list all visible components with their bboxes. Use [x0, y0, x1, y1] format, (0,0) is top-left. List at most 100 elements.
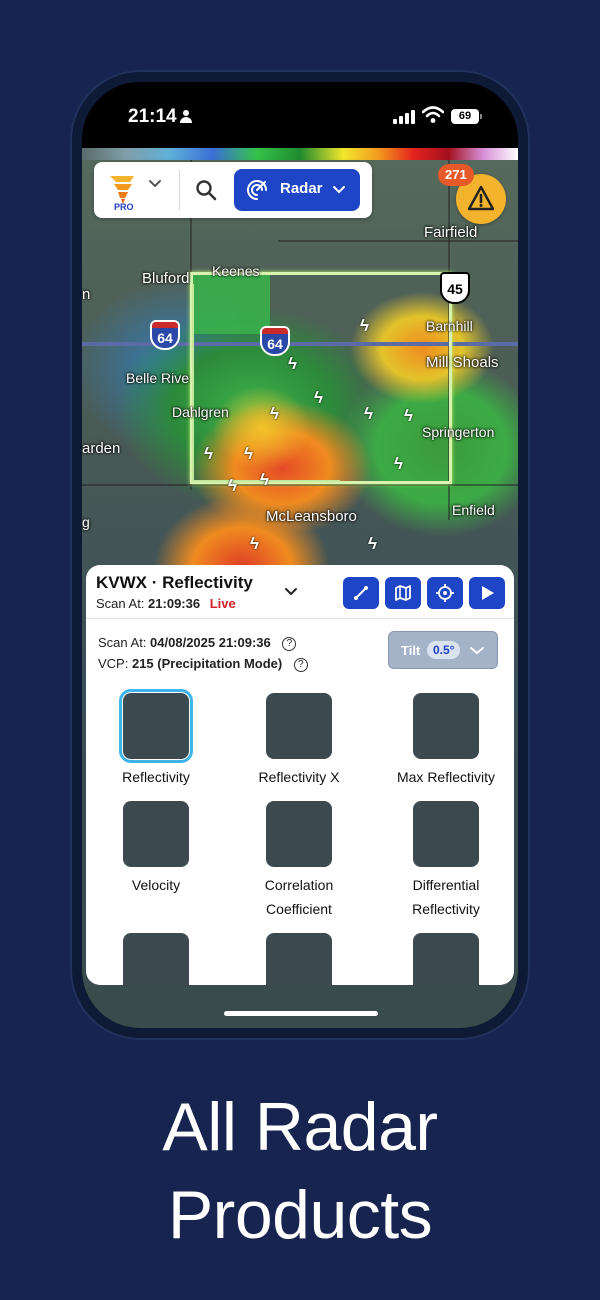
scan-at-value: 04/08/2025 21:09:36: [150, 635, 271, 650]
chevron-down-icon: [470, 647, 484, 655]
max-reflectivity-thumbnail: [413, 693, 479, 759]
radar-products-panel: KVWX · Reflectivity Scan At: 21:09:36 Li…: [86, 565, 514, 985]
lightning-icon: ϟ: [260, 470, 269, 489]
chevron-down-icon: [333, 186, 345, 194]
warning-icon: [467, 185, 495, 211]
radar-site-title[interactable]: KVWX · Reflectivity: [96, 573, 253, 593]
play-animation-button[interactable]: [469, 577, 505, 609]
product-thumbnail: [123, 933, 189, 985]
product-correlation-coefficient[interactable]: Correlation Coefficient: [229, 801, 369, 921]
live-indicator: Live: [209, 596, 236, 611]
town-label: Keenes: [212, 263, 260, 279]
lightning-icon: ϟ: [244, 444, 253, 463]
town-label: g: [82, 514, 90, 530]
product-label: Differential Reflectivity: [412, 877, 480, 917]
lightning-icon: ϟ: [364, 404, 373, 423]
product-tile[interactable]: [229, 933, 369, 985]
status-time: 21:14: [128, 106, 177, 127]
velocity-thumbnail: [123, 801, 189, 867]
lightning-icon: ϟ: [314, 388, 323, 407]
tilt-value: 0.5°: [427, 641, 461, 659]
county-line: [278, 240, 518, 242]
phone-screen: 21:14 69 ϟ ϟ ϟ ϟ ϟ ϟ ϟ ϟ ϟ ϟ ϟ ϟ ϟ Fairf…: [82, 82, 518, 1028]
product-tile[interactable]: [376, 933, 514, 985]
lightning-icon: ϟ: [228, 476, 237, 495]
tilt-label: Tilt: [401, 643, 421, 658]
scan-at-label: Scan At:: [98, 635, 147, 650]
wifi-icon: [422, 106, 444, 123]
storm-warning-polygon-inner: [192, 284, 340, 482]
alert-count-badge: 271: [438, 164, 474, 186]
locate-button[interactable]: [427, 577, 463, 609]
interstate-shield: 64: [150, 320, 180, 350]
lightning-icon: ϟ: [270, 404, 279, 423]
vcp-value: 215 (Precipitation Mode): [131, 656, 283, 671]
headline-line-2: Products: [167, 1177, 433, 1253]
top-toolbar: PRO Radar: [94, 162, 372, 218]
play-icon: [482, 586, 494, 600]
town-label: McLeansboro: [266, 508, 357, 525]
crosshair-icon: [436, 584, 454, 602]
chevron-down-icon[interactable]: [284, 587, 298, 597]
map-layers-button[interactable]: [385, 577, 421, 609]
search-icon[interactable]: [194, 178, 218, 202]
town-label: Barnhill: [426, 318, 473, 334]
lightning-icon: ϟ: [394, 454, 403, 473]
town-label: Fairfield: [424, 224, 478, 241]
reflectivity-color-scale: [82, 148, 518, 160]
radar-button-label: Radar: [280, 180, 323, 197]
interstate-shield: 64: [260, 326, 290, 356]
product-label: Velocity: [131, 877, 181, 893]
product-label: Max Reflectivity: [396, 769, 496, 785]
person-icon: [180, 110, 192, 123]
lightning-icon: ϟ: [404, 406, 413, 425]
radar-icon: [247, 180, 267, 200]
product-differential-reflectivity[interactable]: Differential Reflectivity: [376, 801, 514, 921]
radar-layer-button[interactable]: Radar: [234, 169, 360, 211]
help-icon[interactable]: ?: [282, 636, 297, 651]
correlation-coefficient-thumbnail: [266, 801, 332, 867]
scan-time-line: Scan At: 21:09:36 Live: [96, 596, 236, 611]
lightning-icon: ϟ: [360, 316, 369, 335]
lightning-icon: ϟ: [250, 534, 259, 553]
town-label: Bluford: [142, 270, 190, 287]
county-line: [82, 484, 518, 486]
reflectivity-thumbnail: [119, 689, 193, 763]
town-label: arden: [82, 440, 121, 457]
town-label: Dahlgren: [172, 404, 229, 420]
chevron-down-icon[interactable]: [148, 176, 162, 190]
product-velocity[interactable]: Velocity: [86, 801, 226, 897]
panel-header: KVWX · Reflectivity Scan At: 21:09:36 Li…: [86, 565, 514, 619]
draw-line-button[interactable]: [343, 577, 379, 609]
line-icon: [354, 586, 368, 600]
lightning-icon: ϟ: [288, 354, 297, 373]
product-label: Correlation Coefficient: [264, 877, 334, 917]
product-tile[interactable]: [86, 933, 226, 985]
product-thumbnail: [413, 933, 479, 985]
toolbar-divider: [179, 170, 180, 210]
battery-icon: 69: [451, 109, 482, 124]
headline-line-1: All Radar: [162, 1089, 438, 1165]
status-bar: 21:14 69: [82, 82, 518, 148]
differential-reflectivity-thumbnail: [413, 801, 479, 867]
product-max-reflectivity[interactable]: Max Reflectivity: [376, 693, 514, 789]
tilt-selector[interactable]: Tilt 0.5°: [388, 631, 498, 669]
town-label: Enfield: [452, 502, 495, 518]
town-label: Belle Rive: [126, 370, 190, 386]
lightning-icon: ϟ: [368, 534, 377, 553]
product-thumbnail: [266, 933, 332, 985]
vcp-label: VCP:: [98, 656, 129, 671]
product-label: Reflectivity X: [258, 769, 340, 785]
scan-label: Scan At:: [96, 596, 145, 611]
product-reflectivity[interactable]: Reflectivity: [86, 689, 226, 789]
cellular-signal-icon: [393, 110, 415, 124]
product-label: Reflectivity: [122, 769, 190, 785]
map-icon: [395, 585, 411, 601]
home-indicator[interactable]: [224, 1011, 378, 1016]
product-reflectivity-x[interactable]: Reflectivity X: [229, 693, 369, 789]
town-label: Mill Shoals: [426, 354, 499, 371]
town-label: n: [82, 286, 91, 303]
help-icon[interactable]: ?: [293, 657, 308, 672]
reflectivity-x-thumbnail: [266, 693, 332, 759]
scan-time: 21:09:36: [148, 596, 201, 611]
